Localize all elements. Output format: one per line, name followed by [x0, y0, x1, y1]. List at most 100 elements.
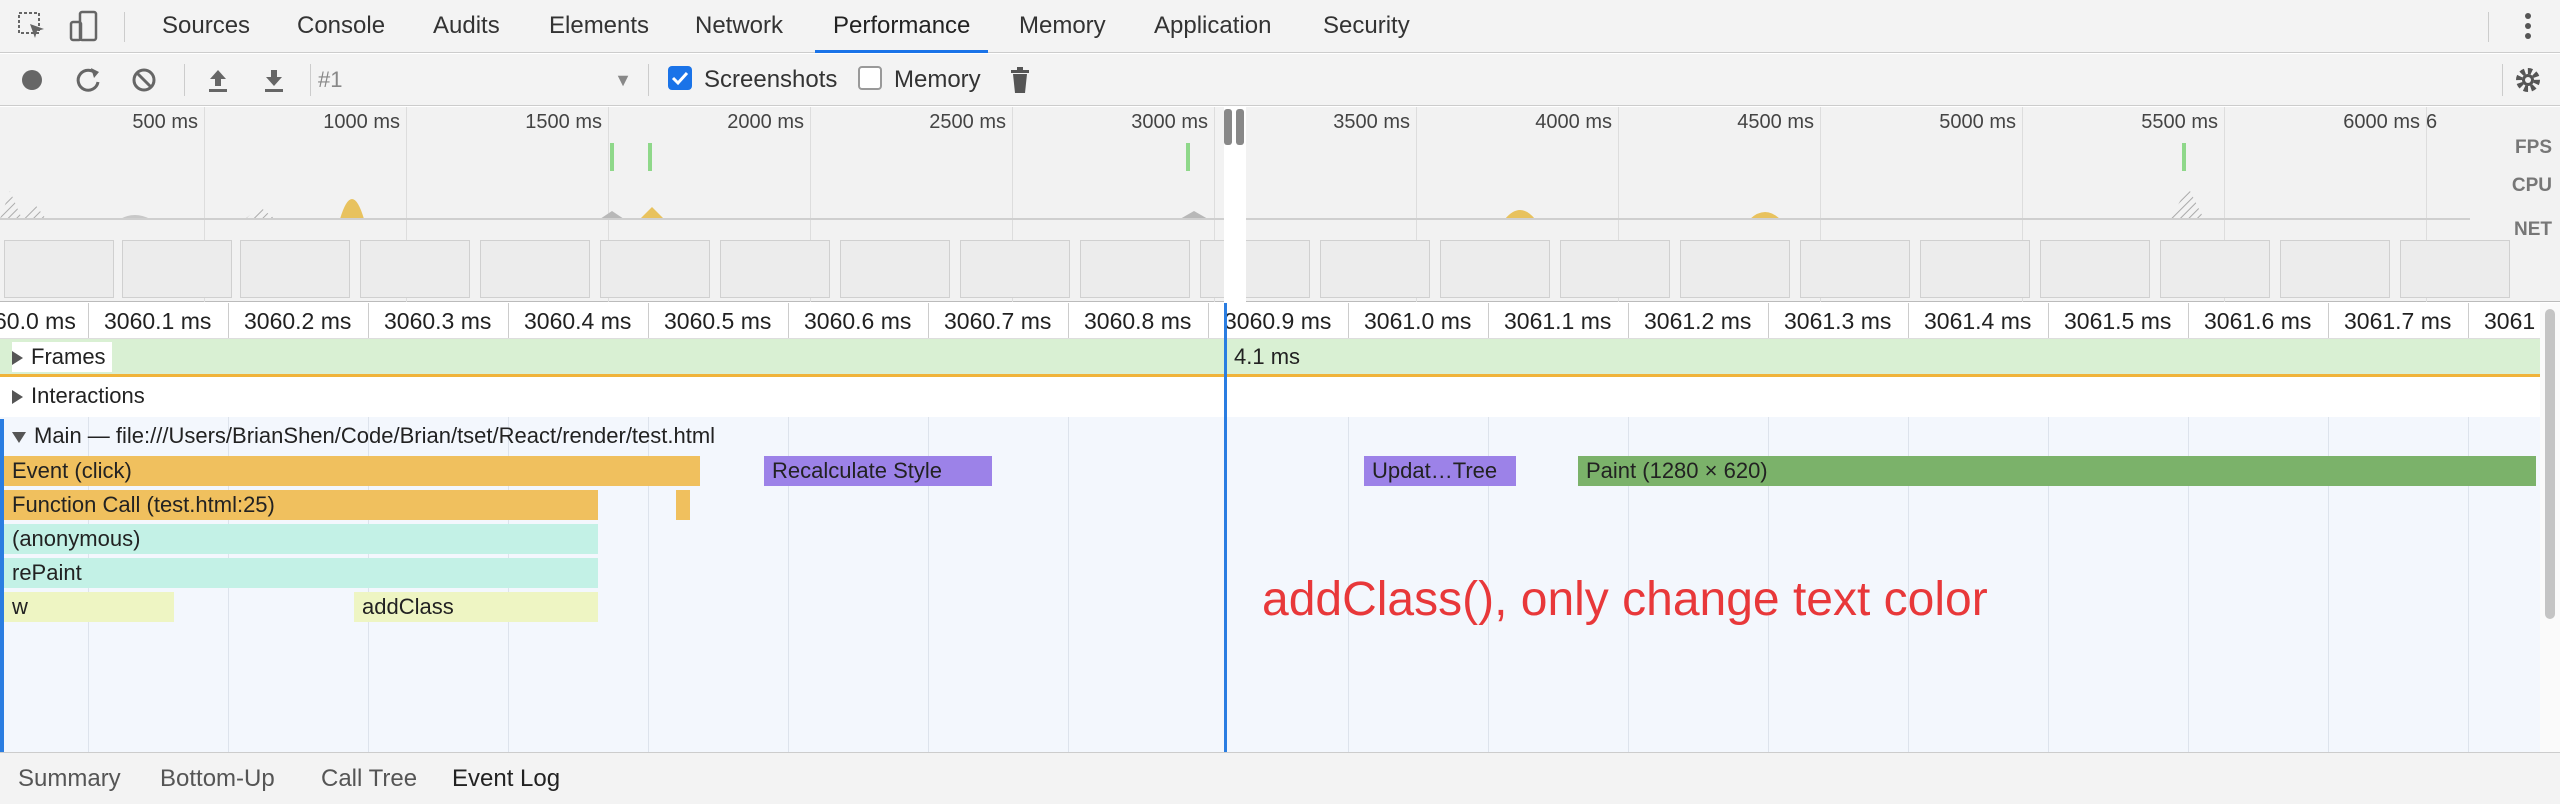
ruler-tick: [648, 303, 649, 338]
flame-bar-addclass[interactable]: addClass: [354, 592, 598, 622]
ruler-label: 3061.4 ms: [1924, 308, 2032, 334]
screenshot-thumbnail[interactable]: [1440, 240, 1550, 298]
screenshot-thumbnail[interactable]: [122, 240, 232, 298]
tab-event-log[interactable]: Event Log: [452, 753, 560, 805]
profile-select-value: #1: [318, 67, 343, 92]
scrollbar-thumb[interactable]: [2545, 309, 2555, 619]
tab-separator: [2488, 12, 2489, 42]
screenshots-checkbox[interactable]: [668, 66, 692, 90]
ruler-tick: [928, 303, 929, 338]
chevron-down-icon: ▼: [614, 70, 632, 90]
screenshot-thumbnail[interactable]: [4, 240, 114, 298]
timeline-overview[interactable]: 500 ms 1000 ms 1500 ms 2000 ms 2500 ms 3…: [0, 107, 2560, 302]
screenshot-thumbnail[interactable]: [720, 240, 830, 298]
screenshot-thumbnail[interactable]: [1800, 240, 1910, 298]
screenshot-thumbnail[interactable]: [840, 240, 950, 298]
ruler-tick: [368, 303, 369, 338]
screenshot-thumbnail[interactable]: [960, 240, 1070, 298]
ruler-tick: [2048, 303, 2049, 338]
tab-call-tree[interactable]: Call Tree: [321, 753, 417, 805]
screenshot-thumbnail[interactable]: [1560, 240, 1670, 298]
ruler-tick: [2328, 303, 2329, 338]
frame-duration[interactable]: 4.1 ms: [1234, 344, 1300, 370]
screenshot-thumbnail[interactable]: [480, 240, 590, 298]
frames-track-header[interactable]: Frames: [12, 342, 112, 372]
toolbar-separator: [310, 64, 311, 96]
tab-bottom-up[interactable]: Bottom-Up: [160, 753, 275, 805]
more-options-icon[interactable]: [2512, 10, 2544, 42]
interactions-track-label: Interactions: [31, 383, 145, 408]
flame-bar-event-click[interactable]: Event (click): [4, 456, 700, 486]
screenshot-thumbnail[interactable]: [1080, 240, 1190, 298]
ruler-label: 3060.7 ms: [944, 308, 1052, 334]
flame-bar-repaint[interactable]: rePaint: [4, 558, 598, 588]
record-icon[interactable]: [16, 64, 48, 96]
selection-left-handle[interactable]: [1224, 109, 1232, 145]
tab-security[interactable]: Security: [1323, 0, 1410, 53]
ruler-tick: [1628, 303, 1629, 338]
ruler-label: 3060.8 ms: [1084, 308, 1192, 334]
tab-summary[interactable]: Summary: [18, 753, 121, 805]
interactions-track[interactable]: Interactions: [0, 377, 2540, 417]
main-track-header[interactable]: Main — file:///Users/BrianShen/Code/Bria…: [12, 423, 715, 449]
toolbar-separator: [2502, 64, 2503, 96]
ruler-tick: [1208, 303, 1209, 338]
ruler-label: 3060.5 ms: [664, 308, 772, 334]
frames-track[interactable]: Frames 4.1 ms: [0, 339, 2540, 377]
screenshot-thumbnail[interactable]: [600, 240, 710, 298]
ruler-tick: [1068, 303, 1069, 338]
flame-bar-small-call[interactable]: [676, 490, 690, 520]
screenshot-thumbnail[interactable]: [2040, 240, 2150, 298]
screenshot-thumbnail[interactable]: [1680, 240, 1790, 298]
overview-selection-window[interactable]: [1224, 107, 1246, 302]
frames-track-label: Frames: [31, 344, 106, 369]
memory-checkbox[interactable]: [858, 66, 882, 90]
inspect-element-icon[interactable]: [16, 10, 48, 42]
ruler-tick: [228, 303, 229, 338]
screenshot-thumbnail[interactable]: [360, 240, 470, 298]
screenshot-thumbnail[interactable]: [2280, 240, 2390, 298]
gear-icon[interactable]: [2512, 64, 2544, 96]
devtools-tab-bar: Sources Console Audits Elements Network …: [0, 0, 2560, 53]
tab-application[interactable]: Application: [1154, 0, 1271, 53]
trash-icon[interactable]: [1004, 64, 1036, 96]
reload-profile-icon[interactable]: [72, 64, 104, 96]
flame-bar-function-call[interactable]: Function Call (test.html:25): [4, 490, 598, 520]
screenshot-thumbnail[interactable]: [2400, 240, 2510, 298]
cpu-activity-graph: [0, 143, 2470, 220]
tab-separator: [124, 12, 125, 42]
tab-elements[interactable]: Elements: [549, 0, 649, 53]
ruler-tick: [88, 303, 89, 338]
tab-audits[interactable]: Audits: [433, 0, 500, 53]
screenshot-thumbnail[interactable]: [2160, 240, 2270, 298]
flame-bar-recalculate-style[interactable]: Recalculate Style: [764, 456, 992, 486]
tab-sources[interactable]: Sources: [162, 0, 250, 53]
tab-console[interactable]: Console: [297, 0, 385, 53]
load-profile-icon[interactable]: [202, 64, 234, 96]
save-profile-icon[interactable]: [258, 64, 290, 96]
interactions-track-header[interactable]: Interactions: [12, 383, 145, 409]
screenshot-thumbnail[interactable]: [1920, 240, 2030, 298]
clear-icon[interactable]: [128, 64, 160, 96]
annotation-text: addClass(), only change text color: [1262, 573, 1988, 626]
tab-memory[interactable]: Memory: [1019, 0, 1106, 53]
main-track-label: Main — file:///Users/BrianShen/Code/Bria…: [34, 423, 716, 448]
screenshot-thumbnail[interactable]: [240, 240, 350, 298]
flame-bar-update-layer-tree[interactable]: Updat…Tree: [1364, 456, 1516, 486]
profile-select[interactable]: #1 ▼: [318, 64, 638, 96]
screenshot-thumbnail[interactable]: [1200, 240, 1310, 298]
device-toolbar-icon[interactable]: [68, 10, 100, 42]
tab-performance[interactable]: Performance: [815, 0, 989, 53]
flame-bar-w[interactable]: w: [4, 592, 174, 622]
checkmark-icon: [671, 71, 689, 86]
selection-right-handle[interactable]: [1236, 109, 1244, 145]
ruler-label: 3061.5 ms: [2064, 308, 2172, 334]
tab-network[interactable]: Network: [695, 0, 783, 53]
flame-scrollbar[interactable]: [2540, 303, 2560, 752]
performance-toolbar: #1 ▼ Screenshots Memory: [0, 54, 2560, 106]
flame-chart[interactable]: Frames 4.1 ms Interactions Main — file:/…: [0, 339, 2540, 752]
screenshot-thumbnail[interactable]: [1320, 240, 1430, 298]
flame-bar-paint[interactable]: Paint (1280 × 620): [1578, 456, 2536, 486]
flame-bar-anonymous[interactable]: (anonymous): [4, 524, 598, 554]
timeline-cursor: [1224, 303, 1227, 752]
